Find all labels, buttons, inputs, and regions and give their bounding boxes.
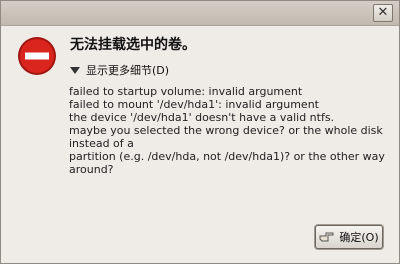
error-dialog-window: ✕ 无法挂载选中的卷。 显示更多细节(D) failed to startup … bbox=[0, 0, 400, 264]
ok-label: 确定(O) bbox=[339, 231, 379, 244]
dialog-heading: 无法挂载选中的卷。 bbox=[70, 37, 196, 53]
pointing-hand-icon bbox=[319, 232, 334, 242]
triangle-down-icon bbox=[70, 66, 80, 74]
ok-button[interactable]: 确定(O) bbox=[315, 225, 383, 249]
details-label: 显示更多细节(D) bbox=[86, 64, 170, 77]
stop-error-icon bbox=[18, 37, 56, 75]
close-button[interactable]: ✕ bbox=[373, 4, 393, 22]
error-message: failed to startup volume: invalid argume… bbox=[69, 85, 385, 176]
show-details-expander[interactable]: 显示更多细节(D) bbox=[70, 62, 169, 78]
titlebar[interactable]: ✕ bbox=[1, 1, 399, 26]
